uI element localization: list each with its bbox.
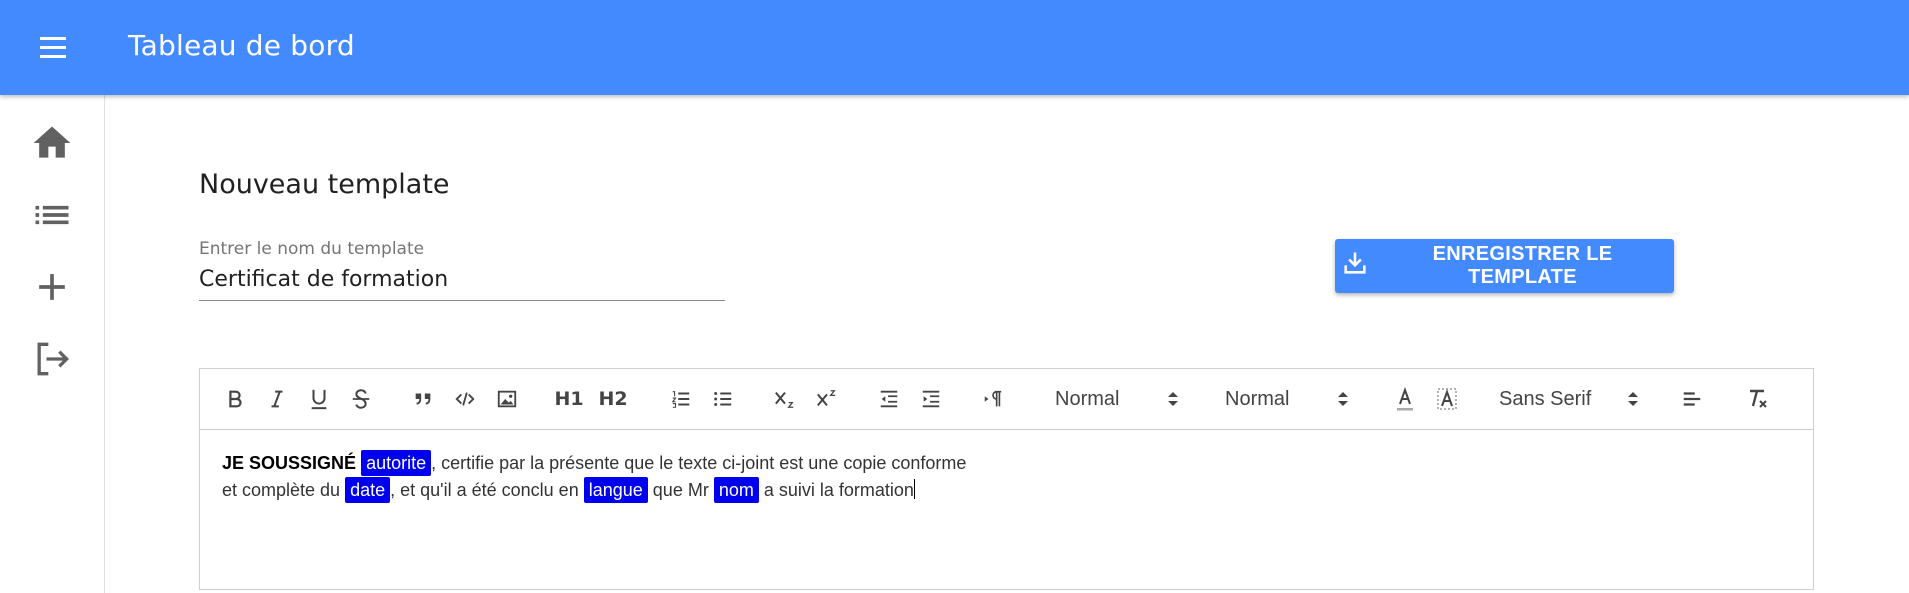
app-title: Tableau de bord [128, 29, 355, 62]
placeholder-tag-date[interactable]: date [345, 477, 391, 503]
list-icon[interactable] [30, 193, 74, 237]
content-text: a suivi la formation [763, 480, 914, 500]
logout-icon[interactable] [30, 337, 74, 381]
header-picker[interactable]: Normal [1225, 384, 1349, 414]
content-line-2: et complète du date, et qu'il a été conc… [222, 477, 1791, 504]
font-picker-value: Sans Serif [1499, 387, 1592, 410]
editor-content[interactable]: JE SOUSSIGNÉ autorite, certifie par la p… [200, 430, 1813, 524]
plus-icon[interactable] [30, 265, 74, 309]
chevron-up-down-icon [1627, 390, 1639, 414]
app-bar: Tableau de bord [0, 0, 1909, 95]
code-icon[interactable] [450, 384, 480, 414]
ordered-list-icon[interactable] [666, 384, 696, 414]
clear-format-icon[interactable] [1743, 384, 1773, 414]
chevron-up-down-icon [1167, 390, 1179, 414]
page-title: Nouveau template [199, 169, 450, 200]
header-picker-value: Normal [1225, 387, 1290, 410]
content-line-1: JE SOUSSIGNÉ autorite, certifie par la p… [222, 450, 1791, 477]
chevron-up-down-icon [1337, 390, 1349, 414]
italic-icon[interactable] [262, 384, 292, 414]
editor-toolbar: H1 H2 Normal Normal Sans Serif [200, 369, 1813, 430]
header-2-icon[interactable]: H2 [596, 384, 630, 414]
placeholder-tag-nom[interactable]: nom [713, 477, 759, 503]
image-icon[interactable] [492, 384, 522, 414]
underline-icon[interactable] [304, 384, 334, 414]
bullet-list-icon[interactable] [708, 384, 738, 414]
bold-icon[interactable] [220, 384, 250, 414]
content-text: , et qu'il a été conclu en [390, 480, 579, 500]
main-content: Nouveau template Entrer le nom du templa… [105, 95, 1909, 593]
save-template-label: ENREGISTRER LE TEMPLATE [1432, 243, 1613, 288]
download-icon [1341, 249, 1369, 283]
template-name-input[interactable] [199, 265, 725, 301]
size-picker[interactable]: Normal [1055, 384, 1179, 414]
placeholder-tag-langue[interactable]: langue [583, 477, 648, 503]
background-color-icon[interactable] [1432, 384, 1462, 414]
indent-icon[interactable] [916, 384, 946, 414]
text-color-icon[interactable] [1390, 384, 1420, 414]
subscript-icon[interactable] [770, 384, 800, 414]
template-name-field: Entrer le nom du template [199, 239, 725, 301]
side-nav [0, 95, 105, 593]
outdent-icon[interactable] [874, 384, 904, 414]
align-left-icon[interactable] [1677, 384, 1707, 414]
menu-icon[interactable] [34, 30, 74, 66]
superscript-icon[interactable] [812, 384, 842, 414]
template-name-label: Entrer le nom du template [199, 239, 425, 259]
content-text: et complète du [222, 480, 341, 500]
strikethrough-icon[interactable] [346, 384, 376, 414]
home-icon[interactable] [30, 121, 74, 165]
rich-text-editor: H1 H2 Normal Normal Sans Serif JE SOUSSI… [199, 368, 1814, 590]
text-cursor [913, 479, 915, 499]
font-picker[interactable]: Sans Serif [1499, 384, 1639, 414]
header-2-label: H2 [598, 388, 628, 410]
save-template-button[interactable]: ENREGISTRER LE TEMPLATE [1335, 239, 1674, 293]
content-text: que Mr [652, 480, 709, 500]
content-text: , certifie par la présente que le texte … [431, 453, 967, 473]
placeholder-tag-autorite[interactable]: autorite [361, 450, 432, 476]
size-picker-value: Normal [1055, 387, 1120, 410]
blockquote-icon[interactable] [408, 384, 438, 414]
header-1-icon[interactable]: H1 [554, 384, 584, 414]
bold-text: JE SOUSSIGNÉ [222, 453, 357, 473]
header-1-label: H1 [554, 388, 584, 410]
text-direction-icon[interactable] [978, 384, 1008, 414]
